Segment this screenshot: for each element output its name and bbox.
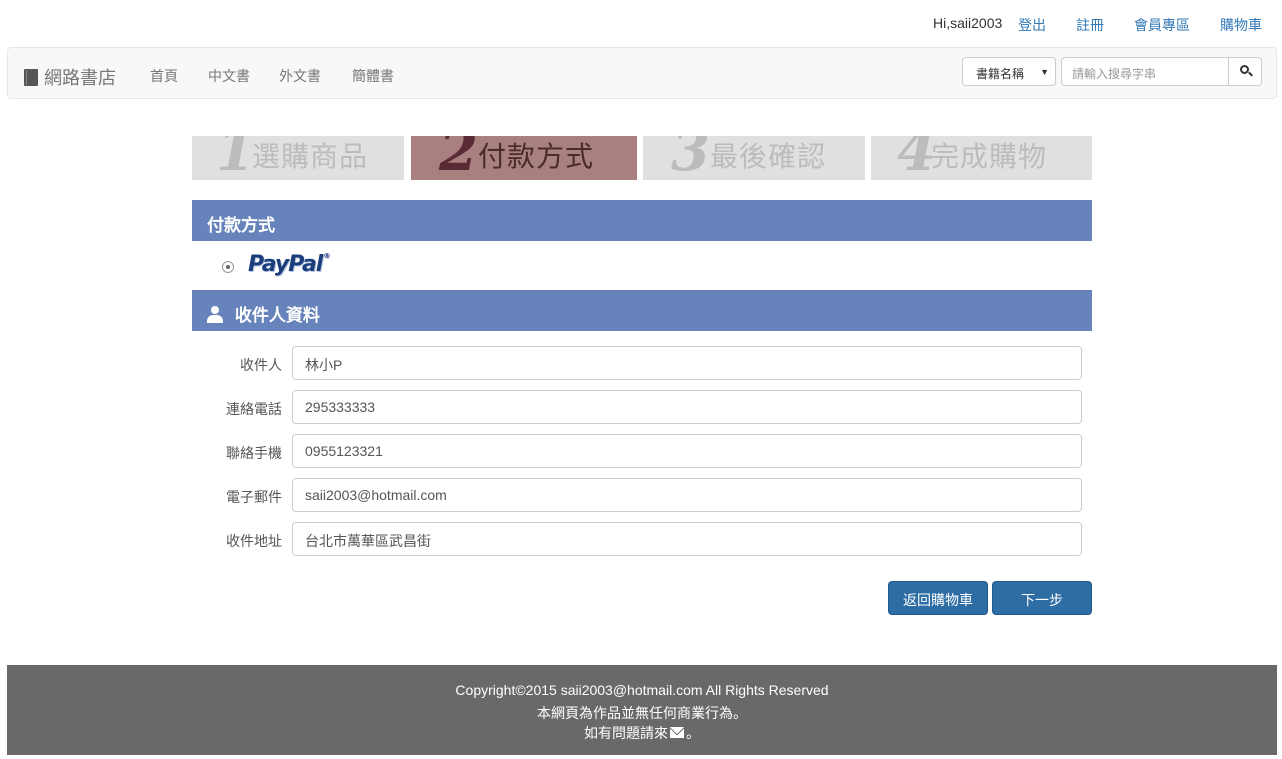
cart-link[interactable]: 購物車: [1220, 15, 1262, 35]
phone-input[interactable]: 295333333: [292, 390, 1082, 424]
form-row-address: 收件地址 台北市萬華區武昌街: [192, 522, 1092, 556]
paypal-logo[interactable]: PayPal®: [248, 252, 330, 277]
copyright-text: Copyright©2015 saii2003@hotmail.com All …: [455, 682, 829, 698]
envelope-icon[interactable]: [670, 727, 684, 738]
logout-link[interactable]: 登出: [1018, 15, 1046, 35]
step-label: 最後確認: [710, 140, 827, 173]
step-4: 4 完成購物: [871, 136, 1092, 180]
form-row-mobile: 聯絡手機 0955123321: [192, 434, 1092, 468]
field-label: 連絡電話: [226, 401, 282, 417]
step-label: 完成購物: [931, 140, 1048, 173]
step-3: 3 最後確認: [643, 136, 865, 180]
nav-foreign-books[interactable]: 外文書: [279, 66, 321, 86]
step-number: 2: [439, 136, 478, 180]
contact-line: 如有問題請來。: [584, 725, 700, 741]
paypal-radio[interactable]: [222, 261, 234, 273]
recipient-name-input[interactable]: 林小P: [292, 346, 1082, 380]
recipient-title: 收件人資料: [234, 306, 320, 326]
search-input[interactable]: 請輸入搜尋字串: [1061, 57, 1229, 86]
field-label: 收件地址: [226, 533, 282, 549]
field-label: 電子郵件: [226, 489, 282, 505]
step-1: 1 選購商品: [192, 136, 404, 180]
search-type-value: 書籍名稱: [976, 67, 1025, 81]
recipient-panel-header: 收件人資料: [192, 290, 1092, 331]
payment-panel-header: 付款方式: [192, 200, 1092, 241]
search-button[interactable]: [1228, 57, 1262, 86]
navbar: 網路書店 首頁 中文書 外文書 簡體書 書籍名稱 ▼ 請輸入搜尋字串: [7, 47, 1277, 99]
form-row-phone: 連絡電話 295333333: [192, 390, 1092, 424]
notice-text: 本網頁為作品並無任何商業行為。: [537, 705, 747, 721]
nav-simplified-books[interactable]: 簡體書: [352, 66, 394, 86]
field-label: 收件人: [240, 357, 282, 373]
nav-chinese-books[interactable]: 中文書: [208, 66, 250, 86]
mobile-input[interactable]: 0955123321: [292, 434, 1082, 468]
field-label: 聯絡手機: [226, 445, 282, 461]
nav-home[interactable]: 首頁: [150, 66, 178, 86]
user-greeting: Hi,saii2003: [933, 15, 1003, 31]
next-step-button[interactable]: 下一步: [992, 581, 1092, 615]
form-row-email: 電子郵件 saii2003@hotmail.com: [192, 478, 1092, 512]
address-input[interactable]: 台北市萬華區武昌街: [292, 522, 1082, 556]
step-label: 選購商品: [252, 140, 369, 173]
back-to-cart-button[interactable]: 返回購物車: [888, 581, 988, 615]
brand-logo[interactable]: 網路書店: [24, 64, 116, 90]
member-area-link[interactable]: 會員專區: [1134, 15, 1190, 35]
book-icon: [24, 68, 38, 86]
payment-title: 付款方式: [207, 216, 275, 236]
step-label: 付款方式: [478, 140, 595, 173]
email-input[interactable]: saii2003@hotmail.com: [292, 478, 1082, 512]
register-link[interactable]: 註冊: [1076, 15, 1104, 35]
brand-name: 網路書店: [44, 68, 116, 89]
step-number: 3: [671, 136, 710, 180]
step-number: 1: [216, 136, 255, 180]
user-bar: Hi,saii2003 登出 註冊 會員專區 購物車: [0, 0, 1282, 46]
user-icon: [207, 306, 223, 323]
form-row-name: 收件人 林小P: [192, 346, 1092, 380]
search-type-select[interactable]: 書籍名稱 ▼: [962, 57, 1056, 86]
footer: Copyright©2015 saii2003@hotmail.com All …: [7, 665, 1277, 755]
caret-down-icon: ▼: [1040, 67, 1049, 77]
step-2: 2 付款方式: [411, 136, 637, 180]
